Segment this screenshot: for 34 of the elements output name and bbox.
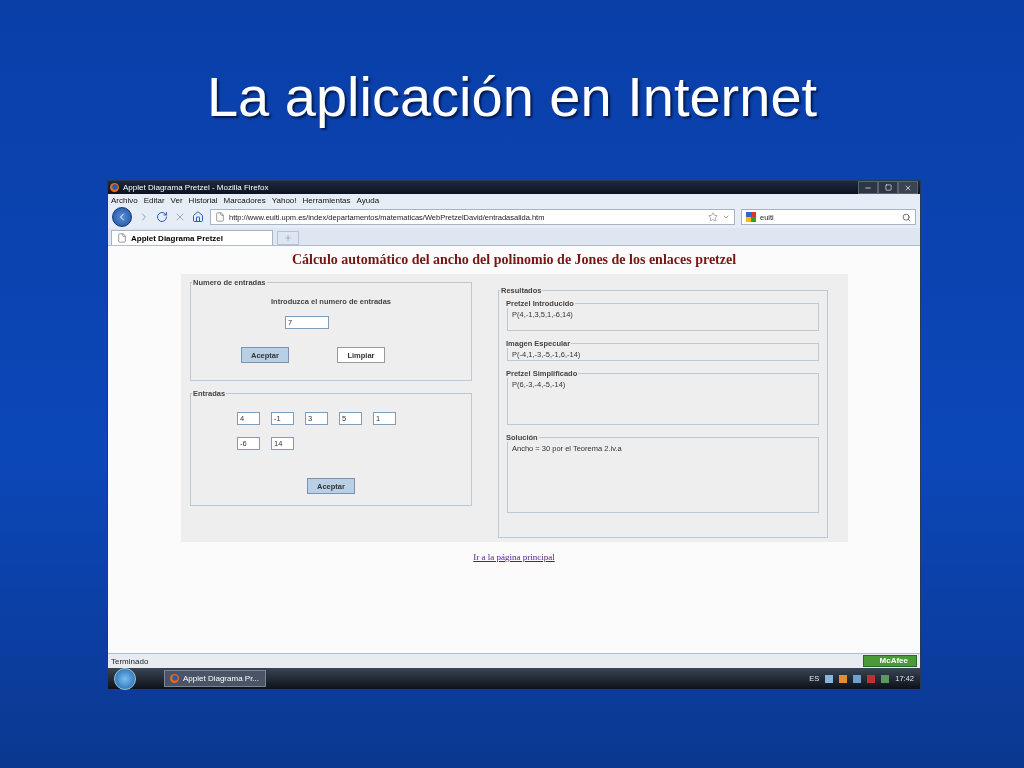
browser-logo-icon xyxy=(110,183,119,192)
bookmark-star-icon[interactable] xyxy=(708,212,718,222)
menu-item[interactable]: Editar xyxy=(143,195,165,205)
maximize-button[interactable] xyxy=(878,181,898,194)
search-engine-icon[interactable] xyxy=(746,212,756,222)
start-button[interactable] xyxy=(114,667,136,690)
status-text: Terminado xyxy=(111,656,149,666)
menu-item[interactable]: Historial xyxy=(188,195,218,205)
menu-item[interactable]: Ver xyxy=(170,195,183,205)
close-icon xyxy=(904,183,912,192)
back-button[interactable] xyxy=(112,207,132,227)
dropdown-caret-icon[interactable] xyxy=(722,213,730,221)
main-page-link[interactable]: Ir a la página principal xyxy=(473,552,555,562)
minimize-button[interactable] xyxy=(858,181,878,194)
window-title: Applet Diagrama Pretzel - Mozilla Firefox xyxy=(123,183,270,192)
search-icon[interactable] xyxy=(902,212,911,222)
addon-badge[interactable]: McAfee xyxy=(862,655,917,667)
home-icon[interactable] xyxy=(192,211,204,223)
slide-title: La aplicación en Internet xyxy=(206,64,818,130)
plus-icon xyxy=(284,234,292,242)
maximize-icon xyxy=(884,184,892,191)
menu-item[interactable]: Archivo xyxy=(111,195,138,205)
menu-item[interactable]: Ayuda xyxy=(356,195,380,205)
menu-item[interactable]: Herramientas xyxy=(302,195,351,205)
browser-logo-icon xyxy=(170,674,179,683)
menu-item[interactable]: Marcadores xyxy=(223,195,266,205)
reload-icon[interactable] xyxy=(156,211,168,223)
page-icon xyxy=(215,212,225,222)
close-button[interactable] xyxy=(898,181,918,194)
browser-tab[interactable]: Applet Diagrama Pretzel xyxy=(111,230,273,245)
taskbar-button[interactable]: Applet Diagrama Pr... xyxy=(164,670,266,687)
page-icon xyxy=(117,233,127,243)
page-heading: Cálculo automático del ancho del polinomio de Jones de los enlaces pretzel xyxy=(290,252,738,268)
menu-item[interactable]: Yahoo! xyxy=(271,195,297,205)
